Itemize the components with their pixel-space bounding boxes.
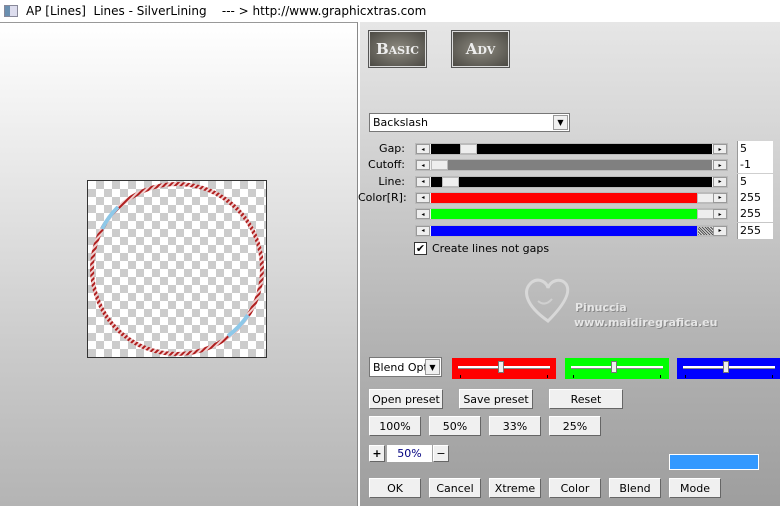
- slider-thumb[interactable]: [723, 361, 729, 373]
- watermark-url: www.maidiregrafica.eu: [574, 316, 718, 329]
- slider-1[interactable]: ◂ ▸: [415, 159, 728, 172]
- save-preset-button[interactable]: Save preset: [459, 389, 533, 409]
- slider-label: Gap:: [379, 142, 405, 155]
- color-balance-slider[interactable]: [452, 358, 556, 379]
- slider-4[interactable]: ◂ ▸: [415, 208, 728, 221]
- slider-track[interactable]: [431, 144, 712, 154]
- slider-thumb[interactable]: [697, 209, 714, 220]
- color-button[interactable]: Color: [549, 478, 601, 498]
- zoom-in-button[interactable]: +: [369, 445, 385, 462]
- color-balance-slider[interactable]: [564, 358, 669, 379]
- slider-track[interactable]: [431, 192, 714, 203]
- slider-3[interactable]: ◂ ▸: [415, 191, 728, 204]
- slider-value[interactable]: 255: [737, 222, 773, 239]
- blend-button[interactable]: Blend: [609, 478, 661, 498]
- preview-canvas[interactable]: [87, 180, 267, 358]
- tab-adv[interactable]: Adv: [451, 30, 510, 68]
- arrow-right-icon[interactable]: ▸: [713, 225, 727, 236]
- create-lines-label: Create lines not gaps: [432, 242, 550, 255]
- color-swatch[interactable]: [669, 454, 759, 470]
- tab-basic[interactable]: Basic: [368, 30, 427, 68]
- window-title: AP [Lines] Lines - SilverLining --- > ht…: [26, 4, 427, 18]
- ring-highlight: [100, 205, 120, 230]
- slider-thumb[interactable]: [441, 176, 459, 187]
- zoom-25-button[interactable]: 25%: [549, 416, 601, 436]
- create-lines-checkbox[interactable]: ✔: [414, 242, 427, 255]
- slider-thumb[interactable]: [697, 192, 714, 203]
- slider-label: Color[R]:: [358, 190, 407, 204]
- slider-value[interactable]: 5: [737, 173, 773, 190]
- arrow-right-icon[interactable]: ▸: [713, 209, 727, 220]
- slider-0[interactable]: ◂ ▸: [415, 143, 728, 155]
- slider-label: Line:: [378, 174, 405, 188]
- arrow-right-icon[interactable]: ▸: [713, 144, 727, 154]
- title-bar: AP [Lines] Lines - SilverLining --- > ht…: [0, 0, 780, 22]
- zoom-33-button[interactable]: 33%: [489, 416, 541, 436]
- slider-value[interactable]: 255: [737, 189, 773, 206]
- arrow-left-icon[interactable]: ◂: [416, 209, 430, 220]
- arrow-left-icon[interactable]: ◂: [416, 225, 430, 236]
- app-icon: [4, 5, 18, 17]
- pattern-select[interactable]: Backslash ▼: [369, 113, 570, 132]
- chevron-down-icon[interactable]: ▼: [425, 359, 440, 375]
- zoom-50-button[interactable]: 50%: [429, 416, 481, 436]
- slider-5[interactable]: ◂ ▸: [415, 224, 728, 237]
- arrow-left-icon[interactable]: ◂: [416, 144, 430, 154]
- ok-button[interactable]: OK: [369, 478, 421, 498]
- slider-track[interactable]: [431, 209, 714, 220]
- zoom-100-button[interactable]: 100%: [369, 416, 421, 436]
- slider-thumb[interactable]: [431, 160, 448, 171]
- mode-button[interactable]: Mode: [669, 478, 721, 498]
- xtreme-button[interactable]: Xtreme: [489, 478, 541, 498]
- slider-thumb[interactable]: [697, 225, 714, 236]
- slider-thumb[interactable]: [460, 144, 478, 154]
- slider-value[interactable]: 5: [737, 141, 773, 157]
- pattern-select-value: Backslash: [373, 116, 428, 129]
- blend-options-select[interactable]: Blend Opti ▼: [369, 357, 442, 377]
- arrow-left-icon[interactable]: ◂: [416, 192, 430, 203]
- slider-value[interactable]: -1: [737, 157, 773, 174]
- ring-highlight: [226, 313, 250, 338]
- slider-label: Cutoff:: [368, 158, 405, 172]
- watermark-name: Pinuccia: [575, 301, 627, 314]
- watermark-logo: [520, 275, 580, 325]
- cancel-button[interactable]: Cancel: [429, 478, 481, 498]
- chevron-down-icon[interactable]: ▼: [553, 115, 568, 130]
- open-preset-button[interactable]: Open preset: [369, 389, 443, 409]
- arrow-right-icon[interactable]: ▸: [713, 176, 727, 187]
- reset-button[interactable]: Reset: [549, 389, 623, 409]
- slider-thumb[interactable]: [610, 361, 617, 373]
- slider-2[interactable]: ◂ ▸: [415, 175, 728, 188]
- arrow-right-icon[interactable]: ▸: [713, 192, 727, 203]
- slider-track[interactable]: [431, 160, 712, 171]
- arrow-left-icon[interactable]: ◂: [416, 176, 430, 187]
- zoom-out-button[interactable]: −: [433, 445, 449, 462]
- arrow-right-icon[interactable]: ▸: [713, 160, 727, 171]
- slider-thumb[interactable]: [498, 361, 504, 373]
- slider-value[interactable]: 255: [737, 206, 773, 223]
- slider-track[interactable]: [431, 176, 712, 187]
- zoom-value-field[interactable]: 50%: [387, 445, 432, 462]
- blend-select-value: Blend Opti: [373, 360, 425, 374]
- color-balance-slider[interactable]: [677, 358, 780, 379]
- arrow-left-icon[interactable]: ◂: [416, 160, 430, 171]
- preview-ring: [90, 182, 264, 356]
- slider-track[interactable]: [431, 225, 714, 236]
